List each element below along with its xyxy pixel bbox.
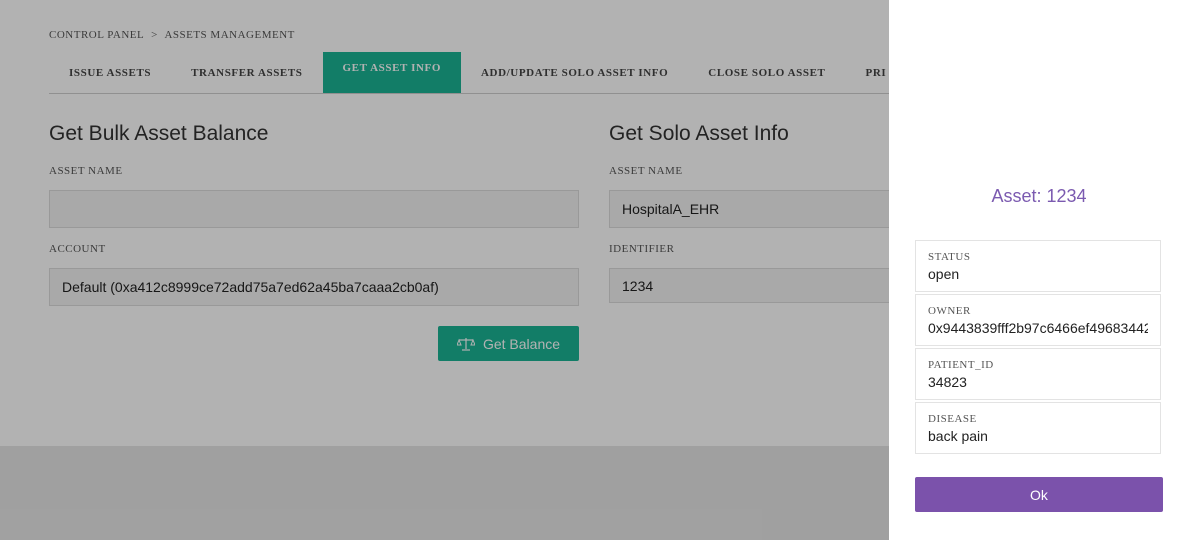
owner-key: OWNER xyxy=(928,305,971,317)
asset-title-prefix: Asset: xyxy=(991,186,1047,206)
ok-button[interactable]: Ok xyxy=(915,477,1163,512)
disease-value: back pain xyxy=(928,428,988,444)
asset-info-panel: Asset: 1234 STATUS open OWNER 0x9443839f… xyxy=(889,0,1189,540)
status-key: STATUS xyxy=(928,251,971,263)
asset-title-id: 1234 xyxy=(1046,186,1087,206)
patient-id-key: PATIENT_ID xyxy=(928,359,994,371)
asset-panel-title: Asset: 1234 xyxy=(889,186,1189,207)
status-field: STATUS open xyxy=(915,240,1161,292)
owner-value: 0x9443839fff2b97c6466ef49683442 xyxy=(928,320,1148,336)
owner-field: OWNER 0x9443839fff2b97c6466ef49683442 xyxy=(915,294,1161,346)
status-value: open xyxy=(928,266,960,282)
patient-id-field: PATIENT_ID 34823 xyxy=(915,348,1161,400)
patient-id-value: 34823 xyxy=(928,374,967,390)
disease-key: DISEASE xyxy=(928,413,977,425)
disease-field: DISEASE back pain xyxy=(915,402,1161,454)
modal-backdrop[interactable] xyxy=(0,0,889,540)
